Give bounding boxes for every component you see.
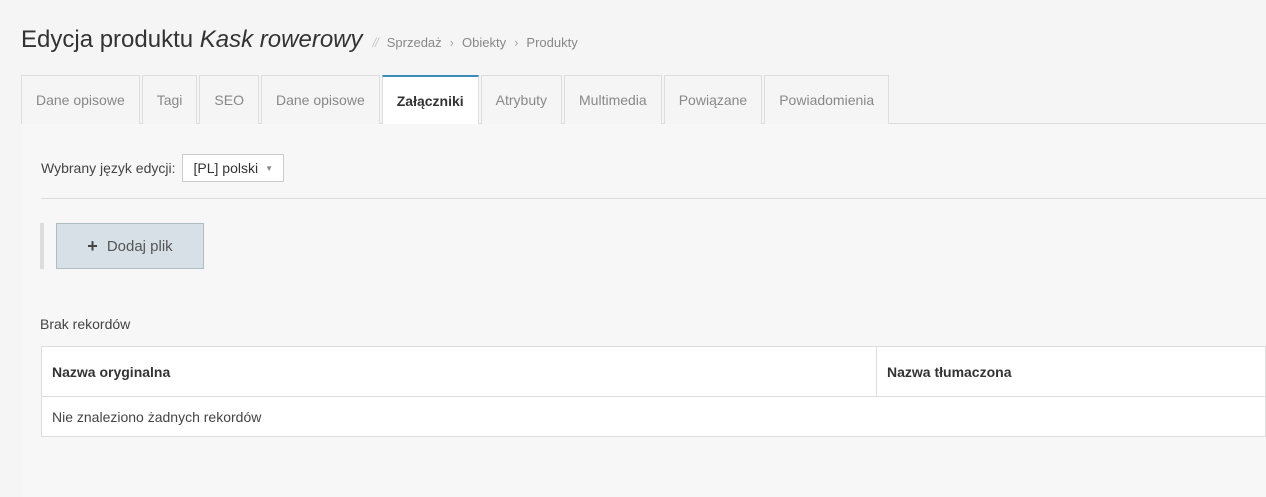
breadcrumb-separator: // [372, 35, 379, 50]
breadcrumb: Sprzedaż › Obiekty › Produkty [387, 35, 578, 50]
tab-notifications[interactable]: Powiadomienia [764, 75, 890, 124]
empty-table-message: Nie znaleziono żadnych rekordów [41, 396, 1266, 437]
language-label: Wybrany język edycji: [41, 160, 176, 176]
column-header-original-name[interactable]: Nazwa oryginalna [41, 346, 877, 397]
caret-down-icon: ▼ [265, 163, 273, 173]
language-select[interactable]: [PL] polski ▼ [182, 154, 284, 182]
plus-icon: + [87, 235, 98, 256]
chevron-right-icon: › [449, 35, 454, 50]
column-header-translated-name[interactable]: Nazwa tłumaczona [876, 346, 1266, 397]
tab-multimedia[interactable]: Multimedia [564, 75, 662, 124]
breadcrumb-products[interactable]: Produkty [526, 35, 577, 50]
breadcrumb-sales[interactable]: Sprzedaż [387, 35, 442, 50]
tab-related[interactable]: Powiązane [663, 75, 763, 124]
tab-descriptive-data[interactable]: Dane opisowe [21, 75, 140, 124]
attachments-table: Nazwa oryginalna Nazwa tłumaczona Nie zn… [41, 346, 1266, 437]
language-row: Wybrany język edycji: [PL] polski ▼ [41, 154, 284, 182]
page-title-text: Edycja produktu [21, 26, 194, 53]
add-file-button[interactable]: + Dodaj plik [56, 223, 204, 269]
tab-bar: Dane opisowe Tagi SEO Dane opisowe Załąc… [21, 75, 1266, 125]
tab-seo[interactable]: SEO [199, 75, 259, 124]
tab-tags[interactable]: Tagi [141, 75, 198, 124]
page-title: Edycja produktu Kask rowerowy [21, 26, 363, 54]
breadcrumb-objects[interactable]: Obiekty [462, 35, 506, 50]
divider [41, 198, 1266, 199]
add-file-label: Dodaj plik [106, 237, 173, 255]
chevron-right-icon: › [514, 35, 519, 50]
table-row: Nie znaleziono żadnych rekordów [41, 396, 1266, 437]
attachments-panel: Wybrany język edycji: [PL] polski ▼ + Do… [21, 124, 1266, 497]
language-selected-value: [PL] polski [193, 160, 259, 176]
toolbar: + Dodaj plik [40, 223, 204, 269]
table-header-row: Nazwa oryginalna Nazwa tłumaczona [41, 346, 1266, 397]
product-name: Kask rowerowy [199, 26, 363, 53]
page-header: Edycja produktu Kask rowerowy // Sprzeda… [21, 26, 578, 66]
tab-attachments[interactable]: Załączniki [381, 75, 479, 125]
records-summary: Brak rekordów [40, 316, 131, 332]
tab-descriptive-data-2[interactable]: Dane opisowe [261, 75, 380, 124]
tab-attributes[interactable]: Atrybuty [480, 75, 563, 124]
